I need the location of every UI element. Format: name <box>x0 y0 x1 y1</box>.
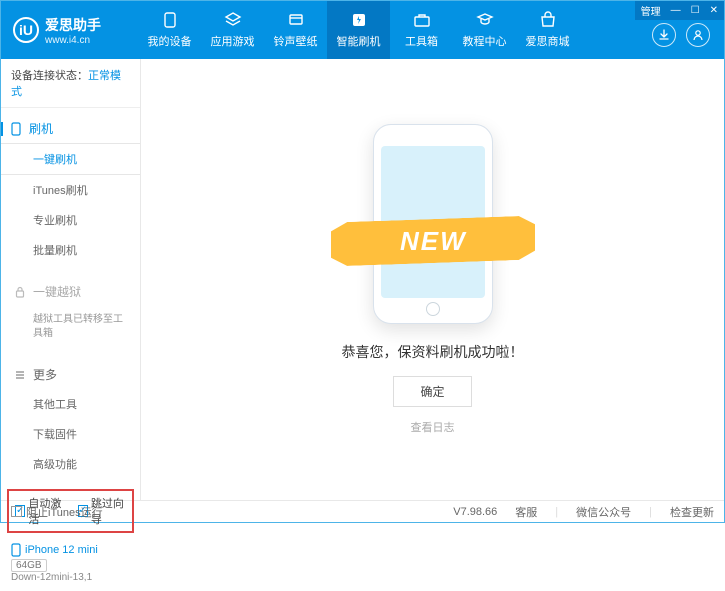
nav-label: 智能刷机 <box>337 33 381 49</box>
phone-icon <box>161 11 179 29</box>
logo-icon: iU <box>13 17 39 43</box>
ok-button[interactable]: 确定 <box>393 376 471 407</box>
sidebar-section-flash[interactable]: 刷机 <box>1 114 140 143</box>
nav-label: 应用游戏 <box>211 33 255 49</box>
apps-icon <box>224 11 242 29</box>
nav-label: 教程中心 <box>463 33 507 49</box>
nav-apps[interactable]: 应用游戏 <box>201 1 264 59</box>
sidebar-item-more-1[interactable]: 下载固件 <box>1 419 140 449</box>
sidebar-item-flash-0[interactable]: 一键刷机 <box>1 143 140 175</box>
window-controls: 管理 — ☐ ✕ <box>635 1 724 20</box>
app-title: 爱思助手 <box>45 15 101 35</box>
store-icon <box>539 11 557 29</box>
tutorial-icon <box>476 11 494 29</box>
sidebar-item-flash-3[interactable]: 批量刷机 <box>1 235 140 265</box>
main-content: NEW 恭喜您，保资料刷机成功啦！ 确定 查看日志 <box>141 59 724 500</box>
customer-service-link[interactable]: 客服 <box>515 504 537 520</box>
nav-flash[interactable]: 智能刷机 <box>327 1 390 59</box>
flash-icon <box>350 11 368 29</box>
maximize-icon[interactable]: ☐ <box>691 5 700 16</box>
checkbox-block-itunes[interactable]: 阻止iTunes运行 <box>11 504 103 520</box>
logo: iU 爱思助手 www.i4.cn <box>13 15 138 46</box>
jailbreak-note: 越狱工具已转移至工具箱 <box>1 306 140 348</box>
device-block[interactable]: iPhone 12 mini 64GB Down-12mini-13,1 <box>1 539 140 591</box>
checkbox-icon <box>11 506 22 517</box>
nav-label: 工具箱 <box>405 33 438 49</box>
view-log-link[interactable]: 查看日志 <box>411 419 455 435</box>
device-subtext: Down-12mini-13,1 <box>11 572 130 583</box>
device-name: iPhone 12 mini <box>11 543 130 557</box>
sidebar-item-flash-2[interactable]: 专业刷机 <box>1 205 140 235</box>
ringtone-icon <box>287 11 305 29</box>
sidebar-section-flash-label: 刷机 <box>29 120 53 137</box>
sidebar-section-more[interactable]: 更多 <box>1 360 140 389</box>
sidebar-section-jailbreak: 一键越狱 <box>1 277 140 306</box>
nav-ringtone[interactable]: 铃声壁纸 <box>264 1 327 59</box>
sidebar-section-jailbreak-label: 一键越狱 <box>33 283 81 300</box>
sidebar-item-flash-1[interactable]: iTunes刷机 <box>1 175 140 205</box>
new-ribbon: NEW <box>331 215 535 266</box>
success-message: 恭喜您，保资料刷机成功啦！ <box>342 342 524 362</box>
check-update-link[interactable]: 检查更新 <box>670 504 714 520</box>
sidebar-item-more-0[interactable]: 其他工具 <box>1 389 140 419</box>
version-label: V7.98.66 <box>453 506 497 518</box>
device-storage-badge: 64GB <box>11 559 47 572</box>
lock-icon <box>13 285 27 299</box>
nav-store[interactable]: 爱思商城 <box>516 1 579 59</box>
sidebar-section-more-label: 更多 <box>33 366 57 383</box>
app-subtitle: www.i4.cn <box>45 35 101 46</box>
phone-icon <box>11 543 21 557</box>
phone-illustration: NEW <box>373 124 493 324</box>
window-pref[interactable]: 管理 <box>641 3 661 18</box>
sidebar-item-more-2[interactable]: 高级功能 <box>1 449 140 479</box>
wechat-link[interactable]: 微信公众号 <box>576 504 631 520</box>
connection-status: 设备连接状态：正常模式 <box>1 59 140 108</box>
nav-toolbox[interactable]: 工具箱 <box>390 1 453 59</box>
download-icon <box>658 29 670 41</box>
download-button[interactable] <box>652 23 676 47</box>
nav-phone[interactable]: 我的设备 <box>138 1 201 59</box>
checkbox-block-itunes-label: 阻止iTunes运行 <box>26 504 103 520</box>
sidebar: 设备连接状态：正常模式 刷机 一键刷机iTunes刷机专业刷机批量刷机 一键越狱… <box>1 59 141 500</box>
top-nav: 我的设备 应用游戏 铃声壁纸 智能刷机 工具箱 教程中心 爱思商城 <box>138 1 579 59</box>
nav-label: 我的设备 <box>148 33 192 49</box>
phone-icon <box>9 122 23 136</box>
close-icon[interactable]: ✕ <box>710 5 718 16</box>
toolbox-icon <box>413 11 431 29</box>
header-bar: 管理 — ☐ ✕ iU 爱思助手 www.i4.cn 我的设备 应用游戏 铃声壁纸 智… <box>1 1 724 59</box>
user-icon <box>692 29 704 41</box>
menu-icon <box>13 368 27 382</box>
nav-tutorial[interactable]: 教程中心 <box>453 1 516 59</box>
nav-label: 铃声壁纸 <box>274 33 318 49</box>
status-label: 设备连接状态： <box>11 70 88 82</box>
user-button[interactable] <box>686 23 710 47</box>
minimize-icon[interactable]: — <box>671 5 681 16</box>
nav-label: 爱思商城 <box>526 33 570 49</box>
